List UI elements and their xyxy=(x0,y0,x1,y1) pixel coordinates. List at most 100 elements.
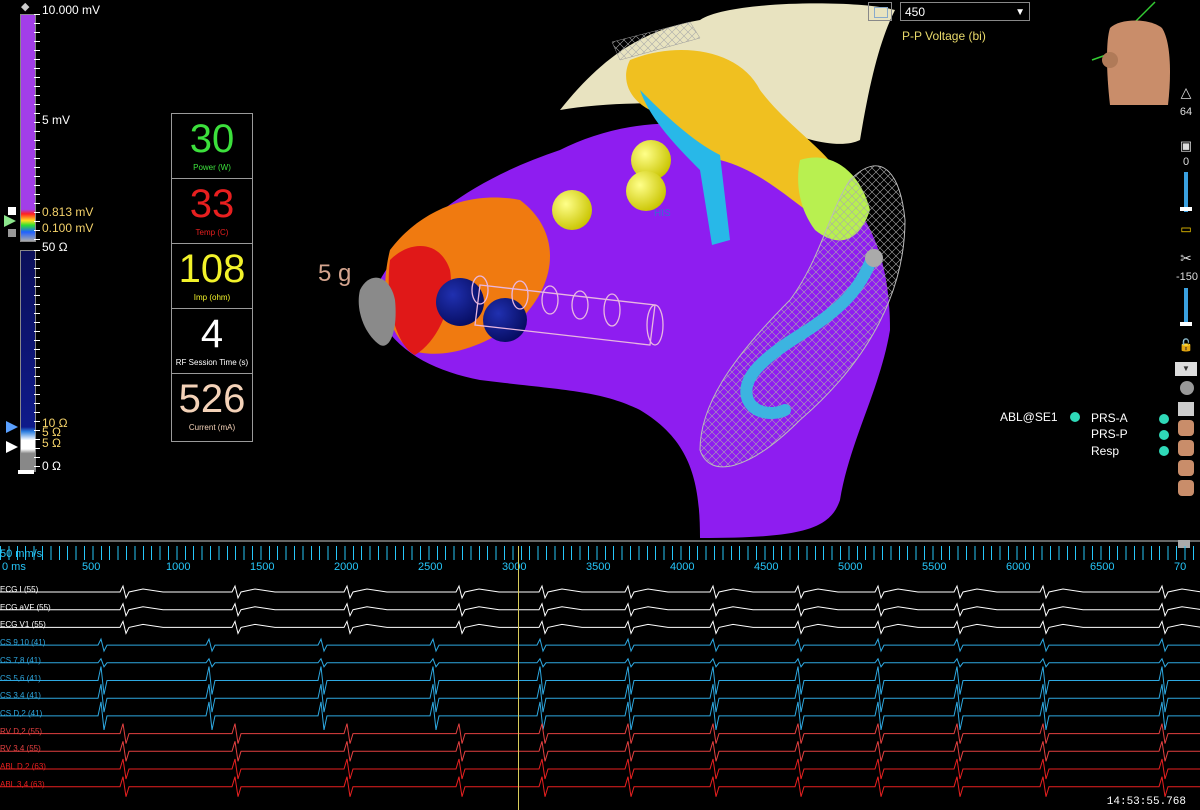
prs-a-dot xyxy=(1159,414,1169,424)
threshold-handle[interactable] xyxy=(8,229,16,237)
torso-view-icon[interactable] xyxy=(1178,440,1194,456)
abl-label: ABL@SE1 xyxy=(1000,410,1058,424)
channel-trace xyxy=(0,684,1200,713)
resp-dot xyxy=(1159,446,1169,456)
scissors-icon[interactable]: ✂ xyxy=(1176,250,1196,267)
channel-label[interactable]: CS 3,4 (41) xyxy=(0,691,41,700)
time-ruler-tick: 5500 xyxy=(922,561,947,573)
channel-trace xyxy=(0,776,1200,797)
torso-view-icon[interactable] xyxy=(1178,480,1194,496)
eye-icon[interactable] xyxy=(1180,381,1194,395)
channel-label[interactable]: CS 9,10 (41) xyxy=(0,638,45,647)
timestamp: 14:53:55.768 xyxy=(1106,796,1186,808)
slider-1-thumb[interactable] xyxy=(1180,207,1192,211)
time-ruler[interactable] xyxy=(0,546,1200,560)
time-cursor[interactable] xyxy=(518,546,519,810)
impedance-bottom-handle[interactable] xyxy=(18,470,34,474)
time-ruler-tick: 4500 xyxy=(754,561,779,573)
channel-trace xyxy=(0,666,1200,695)
current-label: Current (mA) xyxy=(188,423,236,432)
channel-trace xyxy=(0,584,1200,600)
lesion-tag[interactable] xyxy=(552,190,592,230)
rf-impedance: 108 Imp (ohm) xyxy=(172,244,252,309)
temp-label: Temp (C) xyxy=(195,228,229,237)
chevron-down-icon: ▼ xyxy=(1015,7,1025,18)
channel-trace xyxy=(0,657,1200,668)
flag-icon[interactable]: ▭ xyxy=(1176,222,1196,236)
voltage-top-label: 10.000 mV xyxy=(42,3,101,17)
torso-view-icon[interactable] xyxy=(1178,402,1194,416)
rf-temp: 33 Temp (C) xyxy=(172,179,252,244)
imp-value: 108 xyxy=(178,247,246,291)
session-label: RF Session Time (s) xyxy=(175,358,249,367)
torso-view-icon[interactable] xyxy=(1178,420,1194,436)
time-ruler-tick: 6000 xyxy=(1006,561,1031,573)
lock-icon[interactable]: 🔓 xyxy=(1176,338,1196,352)
channel-label[interactable]: ECG aVF (55) xyxy=(0,603,51,612)
impedance-bottom-label: 0 Ω xyxy=(42,459,61,473)
anatomy-gray-tip xyxy=(358,277,396,346)
menu-dropdown-icon[interactable]: ▼ xyxy=(1175,362,1197,376)
impedance-handle[interactable] xyxy=(6,421,18,433)
channel-label[interactable]: CS 7,8 (41) xyxy=(0,656,41,665)
power-value: 30 xyxy=(189,117,235,161)
session-value: 4 xyxy=(200,312,224,356)
map-type-label[interactable]: P-P Voltage (bi) xyxy=(902,29,986,43)
torso-orientation-icon[interactable] xyxy=(1080,0,1180,112)
slider-1[interactable] xyxy=(1184,172,1188,212)
rf-session-time: 4 RF Session Time (s) xyxy=(172,309,252,374)
mountain-icon[interactable]: △ xyxy=(1176,84,1196,101)
channel-label[interactable]: RV D,2 (55) xyxy=(0,727,42,736)
channel-trace xyxy=(0,602,1200,618)
scale-top-handle[interactable]: ◆ xyxy=(21,0,29,13)
voltage-scale-ticks xyxy=(34,14,40,240)
time-ruler-tick: 1000 xyxy=(166,561,191,573)
channel-label[interactable]: RV 3,4 (55) xyxy=(0,744,41,753)
imp-label: Imp (ohm) xyxy=(193,293,231,302)
signal-traces[interactable] xyxy=(0,580,1200,810)
prs-p-dot xyxy=(1159,430,1169,440)
time-ruler-tick: 2500 xyxy=(418,561,443,573)
prs-p-label: PRS-P xyxy=(1091,427,1128,441)
channel-label[interactable]: ABL 3,4 (63) xyxy=(0,780,45,789)
channel-trace xyxy=(0,723,1200,744)
channel-trace xyxy=(0,758,1200,780)
channel-label[interactable]: ECG V1 (55) xyxy=(0,620,46,629)
temp-value: 33 xyxy=(189,182,235,226)
layers-icon[interactable]: ▣ xyxy=(1176,138,1196,154)
time-ruler-tick: 70 xyxy=(1174,561,1187,573)
abl-status-dot xyxy=(1070,412,1080,422)
toolbar-value-2: -150 xyxy=(1176,271,1199,283)
time-ruler-tick: 2000 xyxy=(334,561,359,573)
channel-trace xyxy=(0,637,1200,653)
lesion-tag[interactable] xyxy=(436,278,484,326)
voltage-upper-label: 0.813 mV xyxy=(42,205,94,219)
channel-label[interactable]: ECG I (55) xyxy=(0,585,38,594)
voltage-lower-label: 0.100 mV xyxy=(42,221,94,235)
threshold-handle[interactable] xyxy=(4,215,16,227)
rf-panel: 30 Power (W) 33 Temp (C) 108 Imp (ohm) 4 RF … xyxy=(171,113,253,442)
signal-panel-divider[interactable] xyxy=(0,540,1200,542)
catheter-tip xyxy=(865,249,883,267)
time-ruler-tick: 5000 xyxy=(838,561,863,573)
slider-2-thumb[interactable] xyxy=(1180,322,1192,326)
time-ruler-speed: 50 mm/s xyxy=(0,548,43,560)
channel-trace xyxy=(0,701,1200,731)
lesion-tag[interactable] xyxy=(483,298,527,342)
channel-label[interactable]: CS D,2 (41) xyxy=(0,709,42,718)
color-swatch-button[interactable] xyxy=(868,2,892,21)
torso-view-icon[interactable] xyxy=(1178,460,1194,476)
threshold-handle[interactable] xyxy=(8,207,16,215)
channel-trace xyxy=(0,619,1200,635)
impedance-handle[interactable] xyxy=(6,441,18,453)
resp-label: Resp xyxy=(1091,444,1120,458)
map-threshold-dropdown[interactable]: 450 ▼ xyxy=(900,2,1030,21)
time-ruler-tick: 6500 xyxy=(1090,561,1115,573)
channel-label[interactable]: ABL D,2 (63) xyxy=(0,762,46,771)
swatch-icon xyxy=(874,7,888,18)
current-value: 526 xyxy=(178,377,246,421)
rf-power: 30 Power (W) xyxy=(172,114,252,179)
slider-2[interactable] xyxy=(1184,288,1188,326)
lesion-tag[interactable] xyxy=(626,171,666,211)
channel-label[interactable]: CS 5,6 (41) xyxy=(0,674,41,683)
